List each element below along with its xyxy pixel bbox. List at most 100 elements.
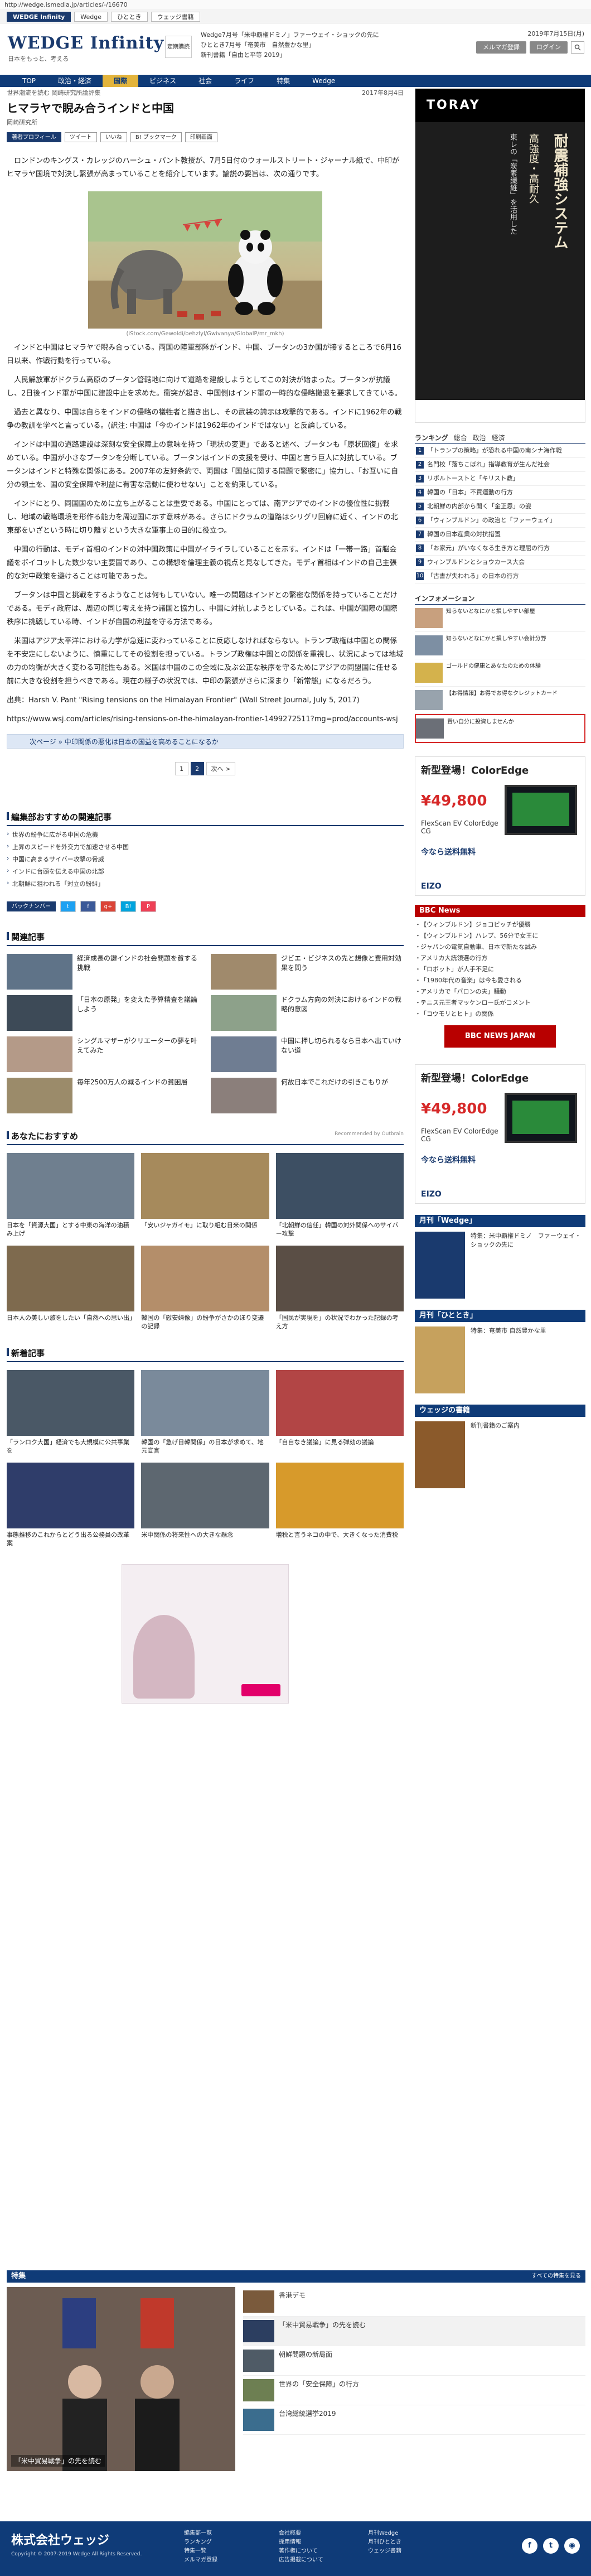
newest-card[interactable]: 韓国の「急げ日韓関係」の日本が求めて、地元宣言 bbox=[141, 1370, 269, 1455]
newest-card[interactable]: 事態推移のこれからとどう出る公務員の改革案 bbox=[7, 1463, 135, 1547]
bookmark-button[interactable]: B! ブックマーク bbox=[130, 132, 182, 142]
next-page-link[interactable]: 次ページ » 中印関係の悪化は日本の国益を高めることになるか bbox=[7, 734, 404, 749]
related-item[interactable]: シングルマザーがクリエーターの夢を叶えてみた bbox=[7, 1036, 200, 1072]
bbc-item[interactable]: 「ロボット」が人手不足に bbox=[415, 964, 585, 975]
page-2-button[interactable]: 2 bbox=[190, 762, 204, 775]
twitter-share-icon[interactable]: t bbox=[60, 901, 76, 912]
recommend-item[interactable]: インドに台頭を伝える中国の北部 bbox=[7, 865, 404, 877]
ranking-item[interactable]: 10 「古書が失われる」の日本の行方 bbox=[415, 570, 585, 583]
author-profile-button[interactable]: 著者プロフィール bbox=[7, 132, 61, 142]
newest-card[interactable]: 「ランロク大国」経済でも大規模に公共事業を bbox=[7, 1370, 135, 1455]
nav-top[interactable]: TOP bbox=[11, 75, 47, 87]
recommend-item[interactable]: 北朝鮮に狙われる「対立の紛糾」 bbox=[7, 877, 404, 890]
related-item[interactable]: 「日本の原発」を変えた予算精査を議論しよう bbox=[7, 995, 200, 1031]
footer-link[interactable]: 月刊ひととき bbox=[368, 2538, 401, 2547]
bbc-item[interactable]: 【ウィンブルドン】ジョコビッチが優勝 bbox=[415, 919, 585, 930]
for-you-card[interactable]: 「北朝鮮の信任」韓国の対外関係へのサイバー攻撃 bbox=[275, 1153, 404, 1238]
ranking-item[interactable]: 7 韓国の日本産業の対抗措置 bbox=[415, 528, 585, 542]
nav-life[interactable]: ライフ bbox=[223, 75, 265, 87]
footer-link[interactable]: 著作権について bbox=[279, 2547, 323, 2556]
bbc-item[interactable]: 「1980年代の音楽」は今も愛される bbox=[415, 975, 585, 986]
info-item[interactable]: 【お得情報】お得でお得なクレジットカード bbox=[415, 687, 585, 714]
ranking-tab-politics[interactable]: 政治 bbox=[473, 433, 486, 442]
ranking-item[interactable]: 3 リボルトーストと「キリスト教」 bbox=[415, 472, 585, 486]
nav-wedge[interactable]: Wedge bbox=[301, 75, 346, 87]
facebook-icon[interactable]: f bbox=[522, 2538, 537, 2554]
bbc-item[interactable]: ジャパンの電気自動車、日本で新たな試み bbox=[415, 942, 585, 953]
newest-card[interactable]: 米中関係の将来性への大きな懸念 bbox=[141, 1463, 269, 1547]
source-url[interactable]: https://www.wsj.com/articles/rising-tens… bbox=[7, 713, 404, 726]
bbc-item[interactable]: 【ウィンブルドン】ハレプ、56分で女王に bbox=[415, 930, 585, 942]
ranking-item[interactable]: 9 ウィンブルドンとショウカース大会 bbox=[415, 556, 585, 570]
page-1-button[interactable]: 1 bbox=[175, 762, 188, 775]
bbc-item[interactable]: テニス元王者マッケンロー氏がコメント bbox=[415, 997, 585, 1009]
related-item[interactable]: 中国に押し切られるなら日本へ出ていけない道 bbox=[211, 1036, 404, 1072]
bbc-logo[interactable]: BBC NEWS JAPAN bbox=[444, 1025, 556, 1048]
nav-politics[interactable]: 政治・経済 bbox=[47, 75, 103, 87]
related-item[interactable]: 何故日本でこれだけの引きこもりが bbox=[211, 1078, 404, 1113]
footer-link[interactable]: 月刊Wedge bbox=[368, 2529, 401, 2538]
special-item[interactable]: 台湾総統選挙2019 bbox=[243, 2405, 585, 2435]
related-item[interactable]: 毎年2500万人の減るインドの貧困層 bbox=[7, 1078, 200, 1113]
bbc-item[interactable]: アメリカ大統領選の行方 bbox=[415, 953, 585, 964]
brand-tab-infinity[interactable]: WEDGE Infinity bbox=[7, 11, 71, 22]
brand-tab-hitotoki[interactable]: ひととき bbox=[111, 11, 148, 22]
brand-tab-wedge[interactable]: Wedge bbox=[74, 11, 108, 22]
footer-link[interactable]: メルマガ登録 bbox=[184, 2556, 217, 2565]
footer-link[interactable]: 広告掲載について bbox=[279, 2556, 323, 2565]
info-item[interactable]: 知らないとなにかと損しやすい部屋 bbox=[415, 605, 585, 632]
for-you-card[interactable]: 「安いジャガイモ」に取り組む日米の関係 bbox=[141, 1153, 269, 1238]
header-news-item[interactable]: 新刊書籍「自由と平等 2019」 bbox=[201, 50, 513, 60]
ranking-tab-economy[interactable]: 経済 bbox=[492, 433, 505, 442]
info-item[interactable]: ゴールドの健康とあなたのための体験 bbox=[415, 659, 585, 687]
next-page-button[interactable]: 次へ > bbox=[206, 762, 236, 775]
header-news-item[interactable]: ひととき7月号「奄美市 自然豊かな里」 bbox=[201, 40, 513, 50]
rss-icon[interactable]: ◉ bbox=[564, 2538, 580, 2554]
special-item[interactable]: 世界の「安全保障」の行方 bbox=[243, 2376, 585, 2405]
wedge-cover[interactable] bbox=[415, 1232, 465, 1299]
related-item[interactable]: ジビエ・ビジネスの先と想像と費用対効果を問う bbox=[211, 954, 404, 990]
sidebar-ad-toray[interactable]: TORAY 耐震補強システム 高強度・高耐久 東レの「炭素繊維」を活用した bbox=[415, 88, 585, 423]
hatena-share-icon[interactable]: B! bbox=[120, 901, 136, 912]
facebook-share-icon[interactable]: f bbox=[80, 901, 96, 912]
footer-link[interactable]: 採用情報 bbox=[279, 2538, 323, 2547]
like-button[interactable]: いいね bbox=[100, 132, 127, 142]
special-more-link[interactable]: すべての特集を見る bbox=[531, 2270, 581, 2283]
googleplus-share-icon[interactable]: g+ bbox=[100, 901, 116, 912]
ranking-item[interactable]: 2 名門校「落ちこぼれ」指導教育が生んだ社会 bbox=[415, 458, 585, 472]
footer-link[interactable]: 特集一覧 bbox=[184, 2547, 217, 2556]
ranking-item[interactable]: 4 韓国の「日本」不買運動の行方 bbox=[415, 486, 585, 500]
nav-society[interactable]: 社会 bbox=[187, 75, 223, 87]
header-news-item[interactable]: Wedge7月号「米中覇権ドミノ」ファーウェイ・ショックの先に bbox=[201, 30, 513, 40]
footer-link[interactable]: 編集部一覧 bbox=[184, 2529, 217, 2538]
recommend-item[interactable]: 世界の紛争に広がる中国の危機 bbox=[7, 828, 404, 841]
info-item[interactable]: 賢い自分に投資しませんか bbox=[415, 714, 585, 743]
ranking-item[interactable]: 1 「トランプの策略」が恐れる中国の南シナ海作戦 bbox=[415, 444, 585, 458]
book-cover[interactable] bbox=[415, 1421, 465, 1488]
sidebar-ad-eizo-2[interactable]: 新型登場！ColorEdge ¥49,800 FlexScan EV Color… bbox=[415, 1064, 585, 1204]
footer-link[interactable]: ランキング bbox=[184, 2538, 217, 2547]
recommend-item[interactable]: 上昇のスピードを外交力で加速させる中国 bbox=[7, 841, 404, 853]
tweet-button[interactable]: ツイート bbox=[64, 132, 97, 142]
twitter-icon[interactable]: t bbox=[543, 2538, 559, 2554]
bbc-item[interactable]: 「コウモリとヒト」の関係 bbox=[415, 1009, 585, 1020]
article-author[interactable]: 岡崎研究所 bbox=[7, 118, 404, 127]
for-you-card[interactable]: 「国民が実現を」の状況でわかった記録の考え方 bbox=[275, 1246, 404, 1330]
recommend-item[interactable]: 中国に高まるサイバー攻撃の脅威 bbox=[7, 853, 404, 865]
backnumber-button[interactable]: バックナンバー bbox=[7, 901, 56, 911]
newest-card[interactable]: 「自自なき議論」に見る弾劾の議論 bbox=[275, 1370, 404, 1455]
nav-special[interactable]: 特集 bbox=[265, 75, 301, 87]
nav-business[interactable]: ビジネス bbox=[138, 75, 187, 87]
ranking-item[interactable]: 5 北朝鮮の内部から聞く「金正恩」の姿 bbox=[415, 500, 585, 514]
info-item[interactable]: 知らないとなにかと損しやすい会計分野 bbox=[415, 632, 585, 659]
related-item[interactable]: 経済成長の鍵インドの社会問題を貧する挑戦 bbox=[7, 954, 200, 990]
footer-link[interactable]: 会社概要 bbox=[279, 2529, 323, 2538]
site-logo[interactable]: WEDGE Infinity 日本をもっと、考える bbox=[8, 33, 164, 63]
newsletter-button[interactable]: メルマガ登録 bbox=[476, 41, 526, 54]
article-category[interactable]: 世界潮流を読む 岡崎研究所論評集 bbox=[7, 88, 404, 97]
for-you-card[interactable]: 日本人の美しい旅をしたい「自然への思い出」 bbox=[7, 1246, 135, 1330]
login-button[interactable]: ログイン bbox=[530, 41, 568, 54]
related-item[interactable]: ドクラム方向の対決におけるインドの戦略的意図 bbox=[211, 995, 404, 1031]
search-icon[interactable] bbox=[571, 41, 584, 54]
for-you-card[interactable]: 日本を「資源大国」とする中東の海洋の油積み上げ bbox=[7, 1153, 135, 1238]
